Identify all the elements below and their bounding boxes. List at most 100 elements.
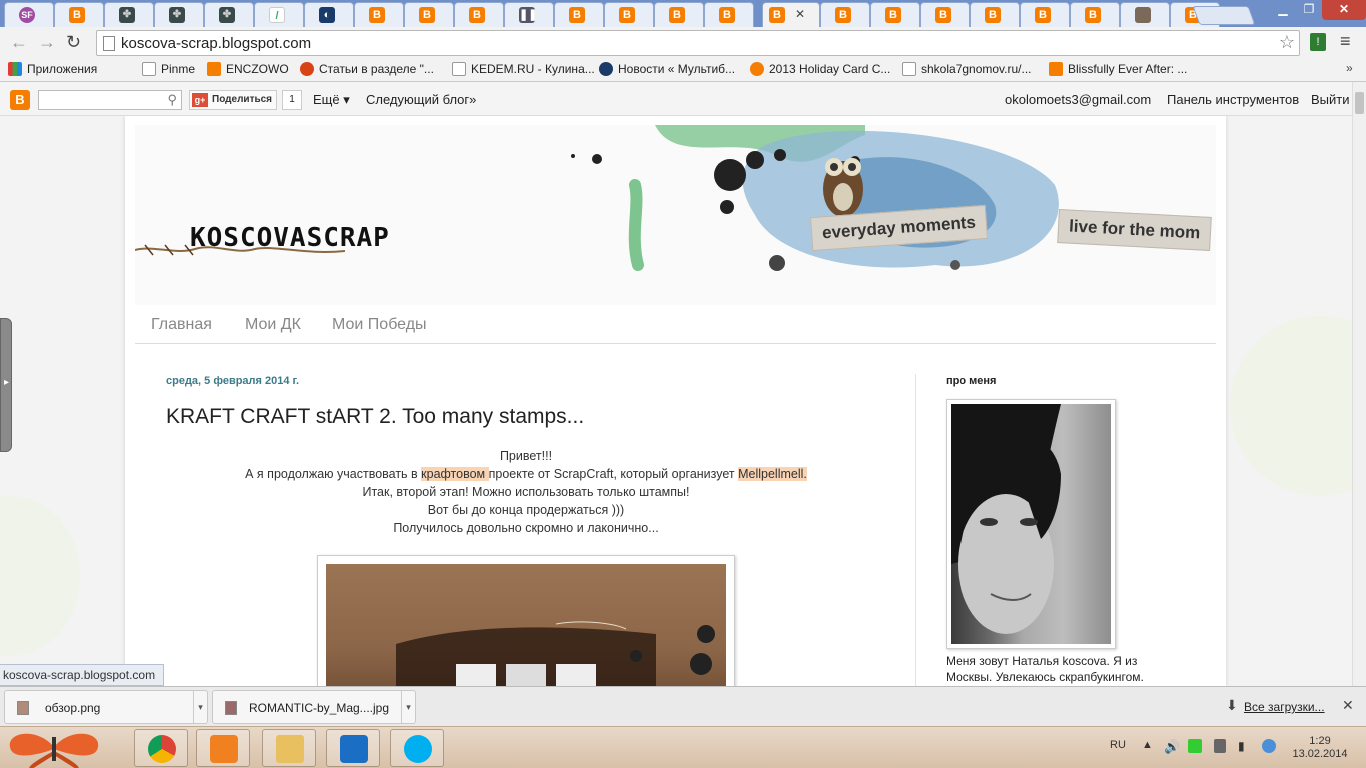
tab-home[interactable]: Главная bbox=[151, 316, 212, 334]
bookmark-item[interactable]: Приложения bbox=[8, 62, 97, 76]
browser-tab[interactable]: B bbox=[704, 2, 754, 27]
bookmark-item[interactable]: Blissfully Ever After: ... bbox=[1049, 62, 1187, 76]
new-tab-button[interactable] bbox=[1192, 6, 1256, 25]
url-text[interactable]: koscova-scrap.blogspot.com bbox=[121, 35, 311, 52]
taskbar-teamviewer[interactable] bbox=[326, 729, 380, 767]
menu-icon[interactable]: ≡ bbox=[1340, 31, 1351, 52]
sidebar-title: про меня bbox=[946, 375, 997, 387]
taskbar-skype[interactable] bbox=[390, 729, 444, 767]
share-button[interactable]: g+ Поделиться bbox=[189, 90, 277, 110]
browser-tab[interactable]: B bbox=[454, 2, 504, 27]
browser-tab[interactable]: ✤ bbox=[204, 2, 254, 27]
network-icon[interactable]: ▮ bbox=[1238, 739, 1245, 753]
skype-icon bbox=[404, 735, 432, 763]
browser-tab[interactable]: B bbox=[654, 2, 704, 27]
forward-icon[interactable]: → bbox=[38, 32, 56, 53]
close-window-icon[interactable]: ✕ bbox=[1322, 0, 1366, 20]
browser-tab[interactable]: ✤ bbox=[104, 2, 154, 27]
dashboard-link[interactable]: Панель инструментов bbox=[1167, 92, 1299, 107]
sign-out-link[interactable]: Выйти bbox=[1311, 92, 1350, 107]
browser-tab[interactable]: B bbox=[54, 2, 104, 27]
kraft-link[interactable]: крафтовом bbox=[421, 467, 489, 481]
restore-icon[interactable]: ❐ bbox=[1296, 0, 1322, 20]
extension-icon[interactable]: ! bbox=[1310, 33, 1326, 51]
minimize-icon[interactable]: ▁ bbox=[1270, 0, 1296, 20]
sync-icon[interactable] bbox=[1262, 739, 1276, 753]
browser-tab-active[interactable]: B ✕ bbox=[762, 2, 820, 27]
chevron-down-icon[interactable]: ▾ bbox=[401, 691, 415, 723]
teamviewer-icon bbox=[340, 735, 368, 763]
grid-icon: ✤ bbox=[119, 7, 135, 23]
scrollbar-thumb[interactable] bbox=[1355, 92, 1364, 114]
address-bar[interactable]: koscova-scrap.blogspot.com ☆ bbox=[96, 30, 1300, 56]
browser-tab[interactable]: ◐ bbox=[304, 2, 354, 27]
tab-my-dk[interactable]: Мои ДК bbox=[245, 316, 301, 334]
background-decoration bbox=[1230, 316, 1352, 496]
side-panel-toggle[interactable]: ▸ bbox=[0, 318, 12, 452]
taskbar-media-player[interactable] bbox=[196, 729, 250, 767]
browser-tab[interactable]: ✤ bbox=[154, 2, 204, 27]
mellpellmell-link[interactable]: Mellpellmell. bbox=[738, 467, 807, 481]
page-background: KOSCOVASCRAP everyday moments live for t… bbox=[0, 116, 1352, 686]
page-scrollbar[interactable] bbox=[1352, 82, 1366, 686]
search-icon[interactable]: ⚲ bbox=[167, 92, 177, 108]
taskbar-explorer[interactable] bbox=[262, 729, 316, 767]
browser-tab[interactable]: B bbox=[1020, 2, 1070, 27]
language-indicator[interactable]: RU bbox=[1110, 739, 1126, 751]
bookmark-label: Новости « Мультиб... bbox=[618, 62, 736, 76]
bookmark-star-icon[interactable]: ☆ bbox=[1279, 32, 1295, 53]
browser-tab[interactable]: B bbox=[404, 2, 454, 27]
browser-tab[interactable]: B bbox=[604, 2, 654, 27]
sf-icon: SF bbox=[19, 7, 35, 23]
browser-tab[interactable]: B bbox=[920, 2, 970, 27]
bookmark-item[interactable]: Новости « Мультиб... bbox=[599, 62, 735, 76]
bookmark-item[interactable]: KEDEM.RU - Кулина... bbox=[452, 62, 595, 76]
post-image[interactable] bbox=[317, 555, 735, 686]
browser-tab[interactable]: B bbox=[970, 2, 1020, 27]
browser-tab[interactable] bbox=[1120, 2, 1170, 27]
blogger-icon: B bbox=[369, 7, 385, 23]
all-downloads-link[interactable]: Все загрузки... bbox=[1244, 700, 1325, 714]
system-clock[interactable]: 1:29 13.02.2014 bbox=[1290, 735, 1350, 761]
browser-tab[interactable]: B bbox=[554, 2, 604, 27]
grid-icon: ✤ bbox=[169, 7, 185, 23]
tab-my-wins[interactable]: Мои Победы bbox=[332, 316, 427, 334]
profile-photo[interactable] bbox=[946, 399, 1116, 649]
bookmark-item[interactable]: Pinme bbox=[142, 62, 195, 76]
download-item[interactable]: обзор.png ▾ bbox=[4, 690, 208, 724]
browser-tab[interactable]: ❚❚ bbox=[504, 2, 554, 27]
bookmark-item[interactable]: shkola7gnomov.ru/... bbox=[902, 62, 1032, 76]
bookmark-label: KEDEM.RU - Кулина... bbox=[471, 62, 595, 76]
blogger-icon: B bbox=[1035, 7, 1051, 23]
next-blog-link[interactable]: Следующий блог» bbox=[366, 92, 476, 107]
browser-tab[interactable]: B bbox=[820, 2, 870, 27]
taskbar-chrome[interactable] bbox=[134, 729, 188, 767]
show-hidden-icons[interactable]: ▲ bbox=[1142, 739, 1153, 751]
more-menu[interactable]: Ещё ▾ bbox=[313, 92, 350, 108]
close-icon[interactable]: ✕ bbox=[1342, 697, 1354, 714]
browser-tab[interactable]: B bbox=[1070, 2, 1120, 27]
post-title[interactable]: KRAFT CRAFT stART 2. Too many stamps... bbox=[166, 405, 584, 429]
download-item[interactable]: ROMANTIC-by_Mag....jpg ▾ bbox=[212, 690, 416, 724]
back-icon[interactable]: ← bbox=[10, 32, 28, 53]
chevron-down-icon[interactable]: ▾ bbox=[193, 691, 207, 723]
browser-tab[interactable]: / bbox=[254, 2, 304, 27]
bookmark-item[interactable]: Статьи в разделе "... bbox=[300, 62, 434, 76]
bookmark-item[interactable]: 2013 Holiday Card C... bbox=[750, 62, 890, 76]
reload-icon[interactable]: ↻ bbox=[66, 32, 81, 53]
browser-tab[interactable]: B bbox=[870, 2, 920, 27]
start-button[interactable] bbox=[2, 727, 106, 768]
user-email[interactable]: okolomoets3@gmail.com bbox=[1005, 92, 1151, 107]
close-tab-icon[interactable]: ✕ bbox=[795, 7, 805, 21]
blogger-icon bbox=[207, 62, 221, 76]
bookmarks-more-button[interactable]: » bbox=[1346, 61, 1353, 75]
volume-icon[interactable]: 🔊 bbox=[1164, 739, 1180, 755]
blog-search-input[interactable]: ⚲ bbox=[38, 90, 182, 110]
blogger-logo-icon[interactable]: B bbox=[10, 90, 30, 110]
app-tray-icon[interactable] bbox=[1188, 739, 1202, 753]
bookmark-item[interactable]: ENCZOWO bbox=[207, 62, 289, 76]
device-icon[interactable] bbox=[1214, 739, 1226, 753]
browser-tab[interactable]: SF bbox=[4, 2, 54, 27]
blog-header-banner[interactable]: KOSCOVASCRAP everyday moments live for t… bbox=[135, 125, 1216, 305]
browser-tab[interactable]: B bbox=[354, 2, 404, 27]
